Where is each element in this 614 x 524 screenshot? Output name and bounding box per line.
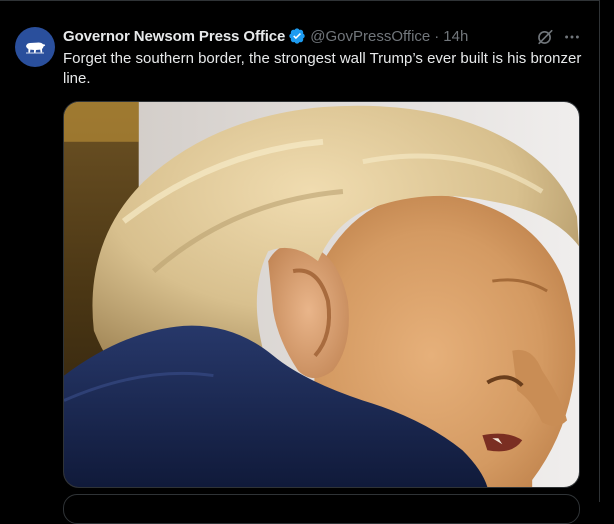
grok-icon bbox=[538, 29, 553, 45]
tweet-media-photo[interactable] bbox=[63, 101, 580, 488]
tweet-photo bbox=[64, 102, 579, 487]
tweet-timestamp[interactable]: 14h bbox=[443, 28, 468, 45]
tweet-header: Governor Newsom Press Office @GovPressOf… bbox=[63, 26, 468, 46]
california-bear-icon bbox=[26, 42, 46, 54]
verified-badge-icon[interactable] bbox=[288, 27, 306, 45]
more-options-button[interactable] bbox=[562, 27, 582, 47]
tweet-card[interactable]: Governor Newsom Press Office @GovPressOf… bbox=[0, 0, 599, 524]
grok-button[interactable] bbox=[535, 27, 555, 47]
avatar[interactable] bbox=[15, 27, 55, 67]
tweet-text: Forget the southern border, the stronges… bbox=[63, 50, 582, 87]
timeline-right-border bbox=[599, 0, 600, 502]
author-handle[interactable]: @GovPressOffice bbox=[310, 28, 430, 45]
next-embedded-card[interactable] bbox=[63, 494, 580, 524]
more-options-icon bbox=[565, 35, 579, 39]
author-display-name[interactable]: Governor Newsom Press Office bbox=[63, 28, 285, 45]
separator-dot: · bbox=[434, 27, 440, 45]
